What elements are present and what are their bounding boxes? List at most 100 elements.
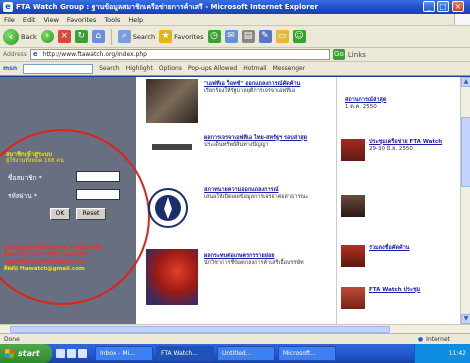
horizontal-scroll-thumb[interactable]: [10, 326, 390, 333]
links-messenger[interactable]: Messenger: [273, 65, 306, 72]
msn-search-input[interactable]: [23, 63, 94, 74]
favorites-button[interactable]: ★ Favorites: [159, 30, 204, 43]
news-item[interactable]: "เอฟทีเอ ว็อทช์" ออกแถลงการณ์คัดค้าน เรี…: [204, 81, 332, 95]
menu-edit[interactable]: Edit: [23, 16, 36, 24]
right-item[interactable]: สถานการณ์ล่าสุด 1 ต.ค. 2550: [345, 97, 455, 111]
news-logo-image: [146, 135, 198, 159]
right-date: 29-30 มิ.ย. 2550: [369, 146, 413, 152]
window-title: FTA Watch Group : ฐานข้อมูลสมาชิกเครือข่…: [16, 3, 318, 11]
news-summary: เรียกร้องให้รัฐบาลยุติการเจรจาเอฟทีเอ: [204, 88, 295, 94]
home-icon[interactable]: ⌂: [91, 30, 105, 43]
news-item[interactable]: ผลการเจรจาเอฟทีเอ ไทย-สหรัฐฯ รอบล่าสุด ป…: [204, 135, 332, 149]
history-icon[interactable]: ◷: [207, 30, 221, 43]
stop-icon[interactable]: ×: [57, 30, 71, 43]
status-bar: Done ● Internet: [0, 333, 470, 344]
news-summary: ประเด็นทรัพย์สินทางปัญญา: [204, 142, 269, 148]
search-label: Search: [132, 32, 156, 41]
edit-icon[interactable]: ✎: [258, 30, 272, 43]
menu-bar: File Edit View Favorites Tools Help: [0, 14, 470, 26]
go-button[interactable]: Go: [332, 49, 345, 60]
search-button[interactable]: ⌕ Search: [117, 30, 156, 43]
news-item[interactable]: สภาทนายความออกแถลงการณ์ เสนอให้เปิดเผยข้…: [204, 187, 332, 201]
forward-button[interactable]: ›: [40, 30, 54, 43]
right-headline[interactable]: FTA Watch ประชุม: [369, 287, 457, 294]
star-icon: ★: [159, 30, 173, 43]
menu-tools[interactable]: Tools: [104, 16, 120, 24]
news-photo-crowd[interactable]: [146, 79, 198, 123]
address-label: Address: [3, 51, 27, 58]
scroll-up-icon[interactable]: ▲: [461, 77, 470, 87]
toolbar: ‹ Back › × ↻ ⌂ ⌕ Search ★ Favorites ◷ ✉ …: [0, 26, 470, 48]
media-quicklaunch-icon[interactable]: [78, 349, 87, 358]
taskbar-item[interactable]: FTA Watch...: [156, 346, 214, 361]
news-headline[interactable]: ผลกระทบต่อเกษตรกรรายย่อย: [204, 253, 332, 260]
right-item[interactable]: ร่วมลงชื่อคัดค้าน: [369, 245, 457, 252]
mail-icon[interactable]: ✉: [224, 30, 238, 43]
scroll-thumb[interactable]: [461, 117, 470, 187]
search-icon: ⌕: [117, 30, 131, 43]
address-input[interactable]: http://www.ftawatch.org/index.php: [29, 49, 330, 60]
refresh-icon[interactable]: ↻: [74, 30, 88, 43]
news-photo-cartoon[interactable]: [146, 249, 198, 305]
right-headline[interactable]: ประชุมเครือข่าย FTA Watch: [369, 139, 457, 146]
right-item[interactable]: FTA Watch ประชุม: [369, 287, 457, 294]
news-seal-image: [146, 187, 198, 229]
links-label[interactable]: Links: [348, 51, 366, 59]
zone-label: Internet: [426, 335, 450, 343]
scroll-down-icon[interactable]: ▼: [461, 314, 470, 324]
right-photo[interactable]: [341, 195, 365, 217]
ie-logo-icon: e: [3, 2, 13, 12]
taskbar: start Inbox - Mi... FTA Watch... Untitle…: [0, 344, 470, 363]
title-bar: e FTA Watch Group : ฐานข้อมูลสมาชิกเครือ…: [0, 0, 470, 14]
news-headline[interactable]: ผลการเจรจาเอฟทีเอ ไทย-สหรัฐฯ รอบล่าสุด: [204, 135, 332, 142]
system-tray-clock: 11:42: [414, 344, 470, 363]
menu-help[interactable]: Help: [128, 16, 143, 24]
messenger-icon[interactable]: ☺: [292, 30, 306, 43]
news-summary: เสนอให้เปิดเผยข้อมูลการเจรจาต่อสาธารณะ: [204, 194, 309, 200]
horizontal-scrollbar[interactable]: [0, 324, 470, 333]
links-highlight[interactable]: Highlight: [126, 65, 153, 72]
ie-quicklaunch-icon[interactable]: [56, 349, 65, 358]
menu-file[interactable]: File: [4, 16, 15, 24]
menu-favorites[interactable]: Favorites: [67, 16, 96, 24]
toolbar-separator: [110, 28, 112, 45]
news-column: "เอฟทีเอ ว็อทช์" ออกแถลงการณ์คัดค้าน เรี…: [146, 77, 332, 324]
links-search[interactable]: Search: [99, 65, 120, 72]
maximize-button[interactable]: □: [437, 1, 449, 12]
taskbar-item[interactable]: Microsoft...: [278, 346, 336, 361]
start-button[interactable]: start: [0, 344, 52, 363]
status-text: Done: [4, 335, 20, 343]
favorites-label: Favorites: [174, 32, 204, 41]
back-arrow-icon: ‹: [3, 28, 19, 45]
back-button[interactable]: ‹ Back: [3, 28, 37, 45]
taskbar-item[interactable]: Untitled...: [217, 346, 275, 361]
page-content: สมาชิกเข้าสู่ระบบ ผู้ใช้งานทั้งหมด 168 ค…: [0, 77, 460, 324]
quick-launch: [52, 349, 92, 358]
right-photo[interactable]: [341, 139, 365, 161]
news-summary: นักวิชาการชี้ข้อตกลงการค้าเสรีเอื้อบรรษั…: [204, 260, 304, 266]
links-bar: msn Search Highlight Options Pop-ups All…: [0, 62, 470, 76]
right-item[interactable]: ประชุมเครือข่าย FTA Watch 29-30 มิ.ย. 25…: [369, 139, 457, 153]
taskbar-item[interactable]: Inbox - Mi...: [95, 346, 153, 361]
right-headline[interactable]: ร่วมลงชื่อคัดค้าน: [369, 245, 457, 252]
folder-icon[interactable]: ▭: [275, 30, 289, 43]
right-column: สถานการณ์ล่าสุด 1 ต.ค. 2550 ประชุมเครือข…: [336, 77, 460, 324]
menu-view[interactable]: View: [43, 16, 58, 24]
news-headline[interactable]: "เอฟทีเอ ว็อทช์" ออกแถลงการณ์คัดค้าน: [204, 81, 332, 88]
security-zone: ● Internet: [418, 336, 470, 343]
desktop-quicklaunch-icon[interactable]: [67, 349, 76, 358]
right-photo[interactable]: [341, 245, 365, 267]
vertical-scrollbar[interactable]: ▲ ▼: [460, 77, 470, 324]
news-headline[interactable]: สภาทนายความออกแถลงการณ์: [204, 187, 332, 194]
minimize-button[interactable]: _: [423, 1, 435, 12]
news-item[interactable]: ผลกระทบต่อเกษตรกรรายย่อย นักวิชาการชี้ข้…: [204, 253, 332, 267]
print-icon[interactable]: ▤: [241, 30, 255, 43]
right-headline[interactable]: สถานการณ์ล่าสุด: [345, 97, 455, 104]
links-hotmail[interactable]: Hotmail: [243, 65, 266, 72]
links-options[interactable]: Options: [159, 65, 182, 72]
close-button[interactable]: ×: [452, 1, 464, 12]
back-label: Back: [21, 32, 37, 41]
links-popups[interactable]: Pop-ups Allowed: [188, 65, 237, 72]
address-bar: Address http://www.ftawatch.org/index.ph…: [0, 48, 470, 62]
right-photo[interactable]: [341, 287, 365, 309]
